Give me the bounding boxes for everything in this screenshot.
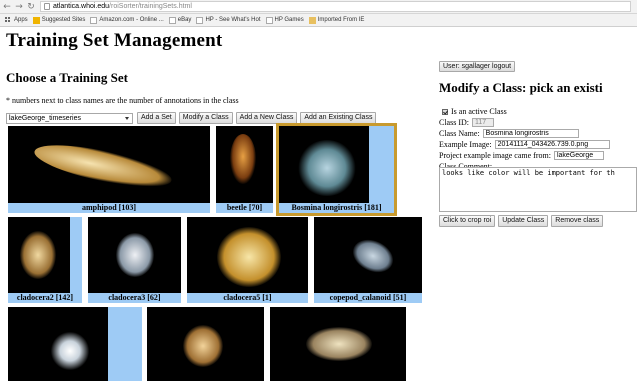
annotation-note: * numbers next to class names are the nu… (6, 96, 239, 105)
class-thumbnail-beetle[interactable]: beetle [70] (216, 126, 273, 213)
url-host: atlantica.whoi.edu (53, 3, 110, 10)
bookmark-suggested-sites[interactable]: Suggested Sites (32, 16, 85, 24)
add-existing-class-button[interactable]: Add an Existing Class (300, 112, 377, 124)
thumbnail-label: cladocera5 [1] (187, 293, 308, 303)
suggested-sites-icon (32, 16, 40, 24)
bookmarks-bar: Apps Suggested Sites Amazon.com - Online… (0, 14, 637, 27)
reload-icon[interactable]: ↻ (26, 1, 36, 13)
apps-icon (5, 16, 12, 24)
address-bar[interactable]: atlantica.whoi.edu /roiSorter/trainingSe… (40, 1, 631, 12)
class-thumbnail-cladocera3[interactable]: cladocera3 [62] (88, 217, 181, 303)
bosmina-image (297, 140, 357, 196)
page-icon (90, 16, 98, 24)
page-icon (168, 16, 176, 24)
example-image-field[interactable]: 20141114_043426.739.0.png (494, 140, 610, 149)
cladocera3-image (116, 233, 154, 277)
amphipod-image (31, 136, 175, 196)
class-thumbnail-cladocera2[interactable]: cladocera2 [142] (8, 217, 82, 303)
beetle-image (230, 134, 256, 184)
crop-roi-button[interactable]: Click to crop roi (439, 215, 496, 227)
class-id-label: Class ID: (439, 118, 469, 127)
update-class-button[interactable]: Update Class (498, 215, 549, 227)
class-thumbnail[interactable] (147, 307, 264, 381)
page-icon (196, 16, 204, 24)
thumbnail-label: copepod_calanoid [51] (314, 293, 422, 303)
back-icon[interactable]: ← (2, 1, 12, 13)
thumbnail-label: Bosmina longirostris [181] (279, 203, 394, 213)
copepod-image (347, 233, 399, 279)
chevron-down-icon (125, 116, 129, 120)
add-set-button[interactable]: Add a Set (137, 112, 176, 124)
thumbnail-label: amphipod [103] (8, 203, 210, 213)
bookmark-amazon[interactable]: Amazon.com - Online ... (90, 16, 164, 24)
class-thumbnail-amphipod[interactable]: amphipod [103] (8, 126, 210, 213)
active-class-checkbox[interactable] (442, 108, 448, 115)
page-title: Training Set Management (6, 30, 223, 51)
class-thumbnail-copepod-calanoid[interactable]: copepod_calanoid [51] (314, 217, 422, 303)
specimen-image (50, 331, 90, 371)
class-thumbnail[interactable] (270, 307, 406, 381)
modify-class-button[interactable]: Modify a Class (178, 112, 233, 124)
bookmark-hp-games[interactable]: HP Games (265, 16, 304, 24)
specimen-image (183, 325, 223, 367)
forward-icon[interactable]: → (14, 1, 24, 13)
bookmark-hp-hot[interactable]: HP - See What's Hot (196, 16, 261, 24)
project-image-label: Project example image came from: (439, 151, 551, 160)
bookmark-ebay[interactable]: eBay (168, 16, 191, 24)
folder-icon (308, 16, 316, 24)
example-image-label: Example Image: (439, 140, 492, 149)
cladocera2-image (20, 231, 56, 279)
class-name-label: Class Name: (439, 129, 480, 138)
class-id-field: 117 (472, 118, 494, 127)
class-thumbnail-bosmina[interactable]: Bosmina longirostris [181] (276, 123, 397, 216)
bookmark-apps[interactable]: Apps (5, 16, 28, 24)
class-actions: Click to crop roi Update Class Remove cl… (439, 215, 606, 227)
modify-class-heading: Modify a Class: pick an existi (439, 80, 603, 95)
thumbnail-label: beetle [70] (216, 203, 273, 213)
page-icon (44, 3, 50, 10)
training-set-controls: lakeGeorge_timeseries Add a Set Modify a… (6, 112, 379, 124)
thumbnail-padding (369, 126, 394, 203)
page-icon (265, 16, 273, 24)
class-thumbnail-cladocera5[interactable]: cladocera5 [1] (187, 217, 308, 303)
active-class-label: Is an active Class (451, 107, 507, 116)
class-thumbnail[interactable] (8, 307, 142, 381)
training-set-select[interactable]: lakeGeorge_timeseries (6, 112, 133, 124)
add-new-class-button[interactable]: Add a New Class (235, 112, 298, 124)
thumbnail-padding (108, 307, 142, 381)
class-name-field[interactable]: Bosmina longirostris (482, 129, 579, 138)
user-logout-button[interactable]: User: sgallager logout (439, 61, 516, 72)
url-path: /roiSorter/trainingSets.html (109, 3, 192, 10)
thumbnail-padding (70, 217, 82, 293)
project-image-field[interactable]: lakeGeorge (553, 151, 604, 160)
class-comment-textarea[interactable]: looks like color will be important for t… (439, 167, 637, 212)
modify-class-form: Is an active Class Class ID: 117 Class N… (439, 107, 637, 173)
specimen-image (306, 327, 372, 361)
thumbnail-label: cladocera3 [62] (88, 293, 181, 303)
browser-toolbar: ← → ↻ atlantica.whoi.edu /roiSorter/trai… (0, 0, 637, 14)
thumbnail-label: cladocera2 [142] (8, 293, 82, 303)
bookmark-imported-ie[interactable]: Imported From IE (308, 16, 364, 24)
cladocera5-image (217, 227, 281, 287)
choose-heading: Choose a Training Set (6, 70, 128, 85)
remove-class-button[interactable]: Remove class (551, 215, 604, 227)
